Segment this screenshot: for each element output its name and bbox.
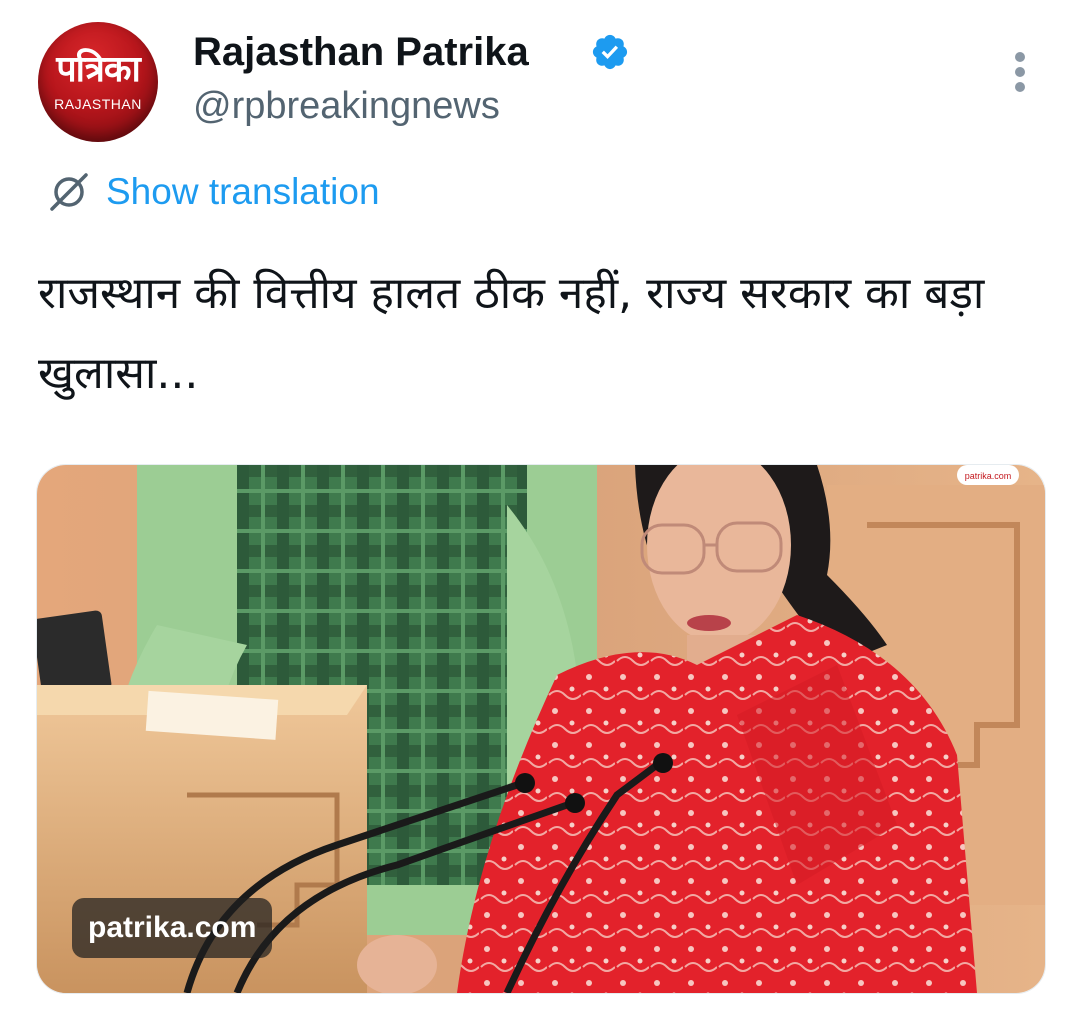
avatar-logo-subtext: RAJASTHAN <box>54 96 142 112</box>
media-source-badge[interactable]: patrika.com <box>72 898 273 958</box>
avatar[interactable]: पत्रिका RAJASTHAN <box>38 22 158 142</box>
author-display-name[interactable]: Rajasthan Patrika <box>193 26 529 78</box>
more-dot-icon <box>1015 52 1025 62</box>
show-translation-label: Show translation <box>106 171 380 212</box>
more-options-button[interactable] <box>1004 48 1036 96</box>
globe-translate-icon <box>50 173 88 211</box>
verified-badge-icon <box>592 34 628 70</box>
author-handle[interactable]: @rpbreakingnews <box>193 82 500 130</box>
tweet-text: राजस्थान की वित्तीय हालत ठीक नहीं, राज्य… <box>38 268 985 399</box>
tweet-card: पत्रिका RAJASTHAN Rajasthan Patrika @rpb… <box>0 0 1080 1022</box>
show-translation-link[interactable]: Show translation <box>46 166 380 218</box>
media-watermark: patrika.com <box>965 471 1012 481</box>
more-dot-icon <box>1015 67 1025 77</box>
more-dot-icon <box>1015 82 1025 92</box>
avatar-logo-text: पत्रिका <box>56 49 141 90</box>
